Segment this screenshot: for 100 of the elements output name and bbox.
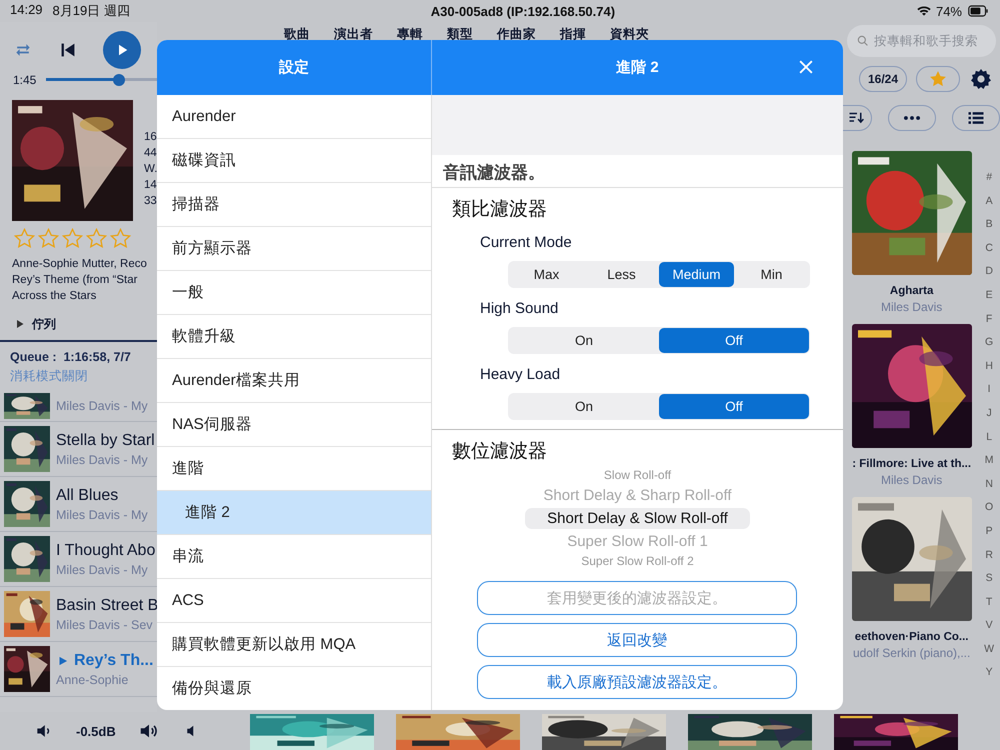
category-tab[interactable]: 演出者: [334, 26, 373, 43]
slider-thumb[interactable]: [113, 74, 126, 86]
segment-option[interactable]: Less: [584, 262, 659, 287]
queue-summary: Queue : 1:16:58, 7/7: [10, 350, 132, 364]
menu-item[interactable]: 一般: [157, 271, 431, 315]
volume-reading: -0.5dB: [76, 724, 116, 738]
index-letter[interactable]: O: [985, 499, 994, 516]
track-detail: 16: [144, 130, 157, 144]
segment-option[interactable]: Medium: [659, 262, 734, 287]
track-title: Basin Street B: [56, 596, 157, 614]
queue-item[interactable]: All Blues Miles Davis - My: [0, 477, 157, 532]
star-icon[interactable]: [109, 227, 132, 250]
category-tab[interactable]: 類型: [447, 26, 473, 43]
track-artist: Miles Davis - My: [56, 452, 149, 466]
menu-item[interactable]: 備份與還原: [157, 667, 431, 710]
clock-time: 14:29: [10, 2, 43, 19]
queue-toggle-label[interactable]: 佇列: [32, 316, 56, 332]
menu-item[interactable]: 磁碟資訊: [157, 139, 431, 183]
track-artist: Anne-Sophie: [56, 672, 130, 686]
category-tab[interactable]: 指揮: [560, 26, 586, 43]
index-letter[interactable]: R: [985, 546, 993, 562]
play-button[interactable]: [103, 30, 141, 68]
category-tab[interactable]: 作曲家: [497, 26, 536, 43]
menu-item[interactable]: 軟體升級: [157, 315, 431, 359]
menu-item[interactable]: 掃描器: [157, 183, 431, 227]
segment-option[interactable]: Off: [659, 328, 809, 353]
star-icon[interactable]: [61, 227, 84, 250]
search-field[interactable]: 按專輯和歌手搜索: [847, 25, 996, 57]
track-info-text: Anne-Sophie Mutter, Reco: [12, 257, 148, 272]
menu-item[interactable]: Aurender: [157, 95, 431, 139]
index-letter[interactable]: T: [986, 594, 992, 610]
index-letter[interactable]: H: [985, 358, 993, 374]
track-title: Rey’s Th...: [74, 652, 154, 670]
index-letter[interactable]: E: [986, 286, 993, 303]
triangle-icon[interactable]: [14, 318, 26, 330]
segment-option[interactable]: Max: [509, 262, 584, 287]
menu-item[interactable]: NAS伺服器: [157, 403, 431, 447]
segment-option[interactable]: On: [509, 394, 659, 419]
action-button[interactable]: 載入原廠預設濾波器設定。: [477, 665, 797, 699]
setting-label: High Sound: [479, 299, 560, 317]
star-icon[interactable]: [13, 227, 36, 250]
progress-slider[interactable]: [46, 74, 157, 86]
category-tab[interactable]: 歌曲: [284, 26, 310, 43]
album-title[interactable]: : Fillmore: Live at th...: [852, 458, 972, 470]
queue-item[interactable]: Basin Street B Miles Davis - Sev: [0, 587, 157, 642]
category-tab[interactable]: 資料夾: [610, 26, 649, 43]
index-letter[interactable]: #: [986, 169, 992, 185]
index-letter[interactable]: P: [986, 522, 993, 539]
index-letter[interactable]: I: [988, 381, 991, 398]
index-letter[interactable]: M: [984, 452, 994, 468]
queue-item[interactable]: I Thought Abo Miles Davis - My: [0, 532, 157, 587]
index-letter[interactable]: V: [986, 617, 993, 634]
star-icon[interactable]: [37, 227, 60, 250]
menu-item[interactable]: 前方顯示器: [157, 227, 431, 271]
index-letter[interactable]: A: [986, 192, 993, 209]
album-title[interactable]: eethoven·Piano Co...: [854, 631, 969, 643]
track-title: I Thought Abo: [56, 542, 156, 560]
album-title[interactable]: Agharta: [890, 285, 934, 297]
settings-icon[interactable]: [969, 67, 994, 91]
category-tab[interactable]: 專輯: [397, 26, 423, 43]
setting-label: Heavy Load: [479, 365, 562, 383]
album-artist: Miles Davis: [880, 300, 942, 314]
index-letter[interactable]: F: [986, 310, 992, 327]
index-letter[interactable]: W: [984, 640, 994, 657]
date-text: 8月19日 週四: [52, 2, 130, 20]
segment-option[interactable]: On: [509, 328, 659, 353]
index-letter[interactable]: D: [985, 263, 993, 280]
index-letter[interactable]: S: [986, 570, 993, 586]
list-view-button[interactable]: [952, 105, 1000, 131]
dialog-header: 設定: [157, 40, 432, 95]
segment-option[interactable]: Off: [659, 394, 809, 419]
index-letter[interactable]: C: [985, 240, 993, 256]
index-letter[interactable]: N: [985, 476, 993, 492]
menu-item[interactable]: 購買軟體更新以啟用 MQA: [157, 623, 431, 667]
index-letter[interactable]: B: [986, 216, 993, 232]
index-letter[interactable]: L: [986, 428, 992, 445]
star-icon[interactable]: [85, 227, 108, 250]
battery-percent: 74%: [936, 4, 962, 18]
queue-item[interactable]: Stella by Starl Miles Davis - My: [0, 422, 157, 477]
section-heading: 類比濾波器: [451, 198, 548, 222]
track-detail: 33: [144, 194, 157, 208]
menu-item[interactable]: Aurender檔案共用: [157, 359, 431, 403]
index-letter[interactable]: J: [986, 404, 992, 421]
track-artist: Miles Davis - My: [56, 562, 149, 576]
menu-item[interactable]: ACS: [157, 579, 431, 623]
index-letter[interactable]: Y: [986, 664, 993, 680]
ellipsis-icon: [904, 116, 920, 120]
track-detail: 44: [144, 146, 157, 160]
menu-item[interactable]: 串流: [157, 535, 431, 579]
setting-label: Current Mode: [479, 233, 573, 251]
counter-button[interactable]: 16/24: [859, 66, 908, 92]
index-letter[interactable]: G: [985, 334, 994, 350]
section-label: 音訊濾波器。: [432, 155, 843, 188]
more-button[interactable]: [888, 105, 936, 131]
track-info-text: Across the Stars: [12, 289, 98, 304]
segment-option[interactable]: Min: [734, 262, 809, 287]
track-detail: 14: [144, 178, 157, 192]
picker-option[interactable]: Short Delay & Slow Roll-off: [525, 508, 750, 529]
action-button[interactable]: 返回改變: [477, 623, 797, 657]
menu-item[interactable]: 進階 2: [157, 491, 431, 535]
